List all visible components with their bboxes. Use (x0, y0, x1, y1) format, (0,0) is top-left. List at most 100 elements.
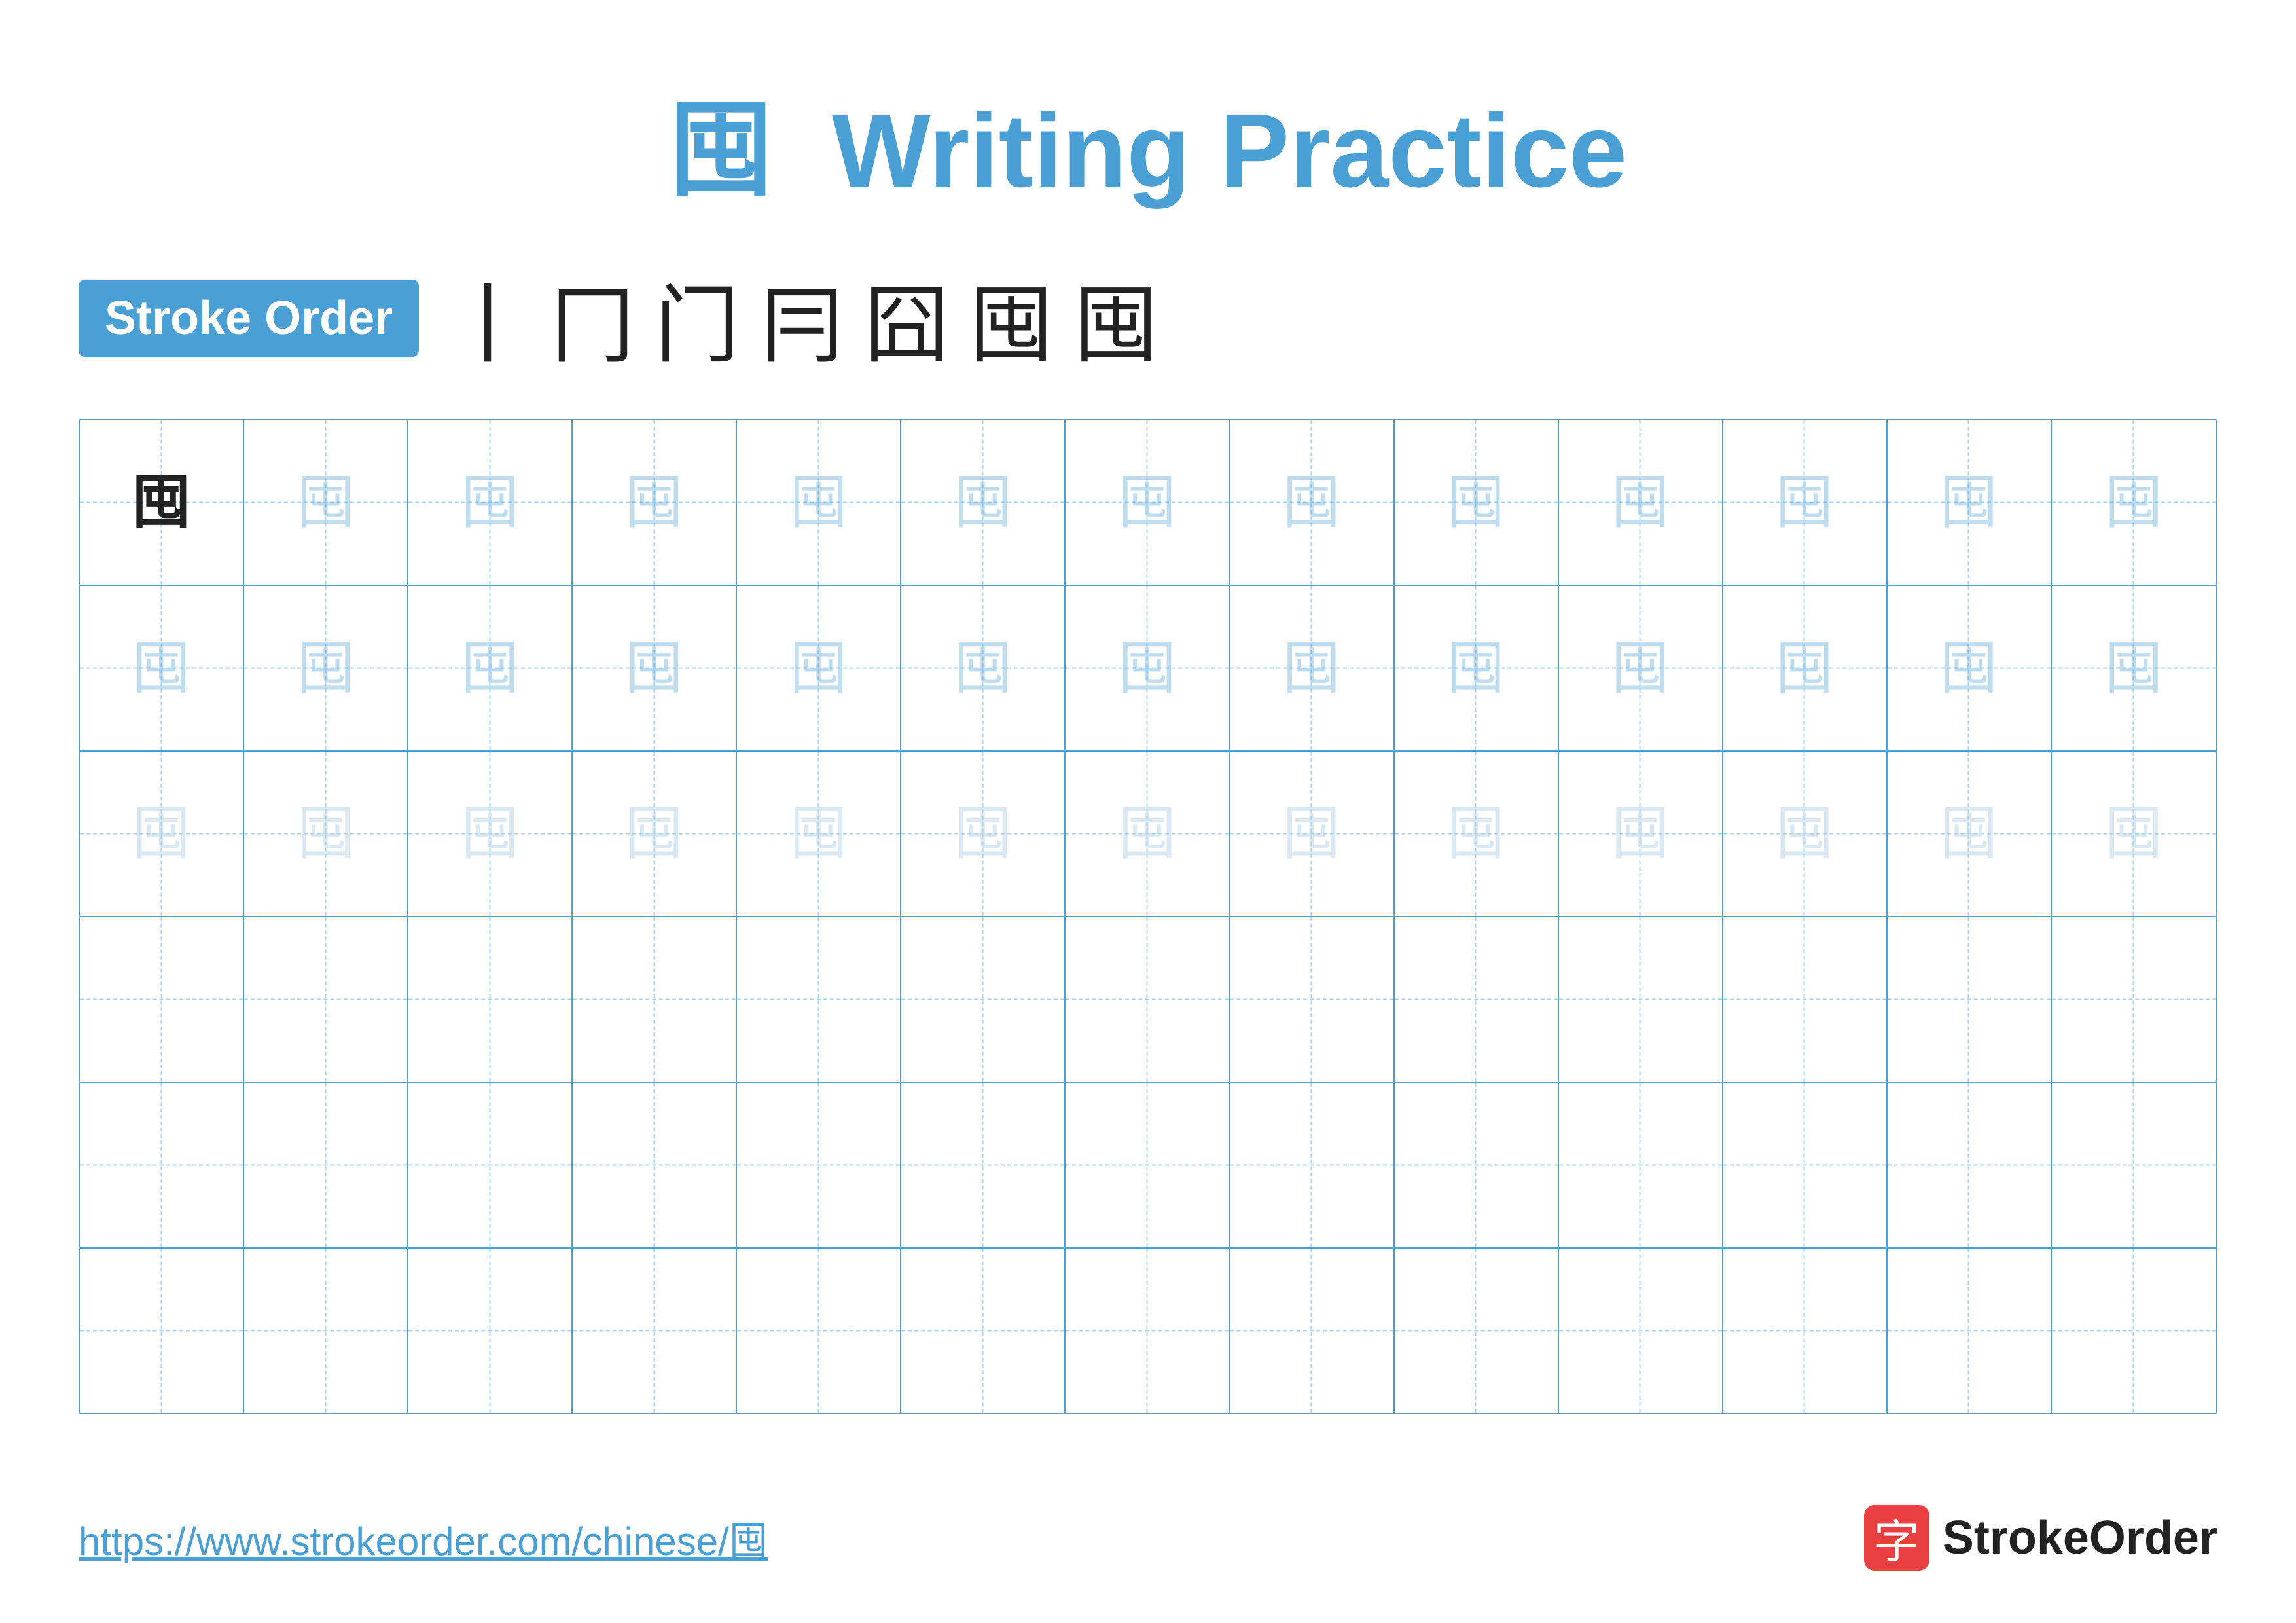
practice-char-faint: 囤 (1939, 805, 1998, 864)
grid-cell[interactable] (408, 917, 573, 1082)
practice-char-guide: 囤 (954, 473, 1013, 532)
grid-cell[interactable] (2052, 1249, 2216, 1413)
stroke-6: 囤 (969, 257, 1054, 380)
grid-cell[interactable] (573, 1249, 737, 1413)
grid-cell[interactable] (244, 1249, 408, 1413)
grid-cell[interactable]: 囤 (1395, 586, 1559, 750)
grid-cell[interactable]: 囤 (901, 420, 1066, 585)
grid-cell[interactable]: 囤 (2052, 586, 2216, 750)
grid-cell[interactable]: 囤 (1066, 420, 1230, 585)
grid-cell[interactable] (1395, 1083, 1559, 1247)
grid-cell[interactable] (1723, 917, 1888, 1082)
grid-cell[interactable]: 囤 (1395, 752, 1559, 916)
grid-cell[interactable] (1888, 917, 2052, 1082)
grid-cell[interactable]: 囤 (244, 752, 408, 916)
grid-cell[interactable]: 囤 (1559, 586, 1723, 750)
practice-char-guide: 囤 (789, 639, 848, 698)
grid-cell[interactable]: 囤 (1066, 586, 1230, 750)
grid-cell[interactable]: 囤 (408, 420, 573, 585)
grid-cell[interactable] (1559, 1083, 1723, 1247)
grid-cell[interactable] (573, 917, 737, 1082)
grid-cell[interactable]: 囤 (901, 752, 1066, 916)
grid-cell[interactable]: 囤 (2052, 752, 2216, 916)
grid-cell[interactable] (408, 1083, 573, 1247)
grid-row-6 (80, 1249, 2216, 1413)
grid-cell[interactable]: 囤 (737, 586, 901, 750)
title-label: Writing Practice (832, 92, 1627, 209)
grid-cell[interactable]: 囤 (573, 586, 737, 750)
title-area: 囤 Writing Practice (79, 65, 2217, 217)
grid-cell[interactable] (737, 1249, 901, 1413)
grid-cell[interactable] (573, 1083, 737, 1247)
grid-cell[interactable] (737, 917, 901, 1082)
footer-brand: 字 StrokeOrder (1864, 1505, 2217, 1571)
grid-cell[interactable]: 囤 (1230, 420, 1394, 585)
practice-char-faint: 囤 (1118, 805, 1177, 864)
grid-cell[interactable]: 囤 (1888, 420, 2052, 585)
footer-url[interactable]: https://www.strokeorder.com/chinese/囤 (79, 1510, 768, 1567)
stroke-order-badge: Stroke Order (79, 280, 419, 357)
grid-cell[interactable] (1888, 1083, 2052, 1247)
grid-cell[interactable]: 囤 (1230, 586, 1394, 750)
practice-char-guide: 囤 (132, 639, 191, 698)
grid-cell[interactable]: 囤 (2052, 420, 2216, 585)
footer: https://www.strokeorder.com/chinese/囤 字 … (79, 1505, 2217, 1571)
grid-cell[interactable] (1230, 1249, 1394, 1413)
grid-cell[interactable]: 囤 (1230, 752, 1394, 916)
grid-cell[interactable] (1888, 1249, 2052, 1413)
grid-cell[interactable]: 囤 (1888, 752, 2052, 916)
grid-row-3: 囤 囤 囤 囤 囤 囤 囤 囤 囤 (80, 752, 2216, 917)
grid-cell[interactable]: 囤 (1888, 586, 2052, 750)
grid-cell[interactable] (2052, 917, 2216, 1082)
grid-cell[interactable]: 囤 (80, 420, 244, 585)
stroke-order-section: Stroke Order 丨 冂 门 冃 囧 囤 囤 (79, 257, 2217, 380)
grid-cell[interactable] (901, 1249, 1066, 1413)
grid-cell[interactable] (244, 917, 408, 1082)
grid-cell[interactable]: 囤 (737, 752, 901, 916)
grid-cell[interactable] (1395, 917, 1559, 1082)
grid-cell[interactable]: 囤 (901, 586, 1066, 750)
grid-cell[interactable] (1723, 1249, 1888, 1413)
grid-cell[interactable]: 囤 (573, 420, 737, 585)
practice-char-guide: 囤 (789, 473, 848, 532)
grid-cell[interactable] (901, 1083, 1066, 1247)
grid-cell[interactable]: 囤 (1559, 420, 1723, 585)
grid-cell[interactable] (1066, 1249, 1230, 1413)
grid-cell[interactable]: 囤 (1723, 586, 1888, 750)
grid-cell[interactable]: 囤 (244, 586, 408, 750)
grid-cell[interactable] (1723, 1083, 1888, 1247)
grid-cell[interactable]: 囤 (80, 752, 244, 916)
grid-cell[interactable]: 囤 (1395, 420, 1559, 585)
grid-cell[interactable] (1230, 1083, 1394, 1247)
grid-cell[interactable]: 囤 (1723, 420, 1888, 585)
grid-cell[interactable] (80, 917, 244, 1082)
grid-cell[interactable] (80, 1083, 244, 1247)
grid-cell[interactable]: 囤 (1559, 752, 1723, 916)
grid-cell[interactable] (80, 1249, 244, 1413)
grid-cell[interactable] (1066, 917, 1230, 1082)
grid-cell[interactable]: 囤 (408, 752, 573, 916)
grid-cell[interactable]: 囤 (408, 586, 573, 750)
grid-cell[interactable]: 囤 (737, 420, 901, 585)
practice-char-faint: 囤 (461, 805, 520, 864)
grid-cell[interactable]: 囤 (573, 752, 737, 916)
grid-cell[interactable]: 囤 (1723, 752, 1888, 916)
grid-cell[interactable] (2052, 1083, 2216, 1247)
grid-cell[interactable] (408, 1249, 573, 1413)
practice-char-faint: 囤 (789, 805, 848, 864)
practice-char-guide: 囤 (1775, 473, 1834, 532)
stroke-5: 囧 (864, 257, 949, 380)
grid-cell[interactable]: 囤 (244, 420, 408, 585)
grid-cell[interactable] (1395, 1249, 1559, 1413)
grid-cell[interactable] (1559, 917, 1723, 1082)
grid-cell[interactable] (901, 917, 1066, 1082)
grid-cell[interactable] (1230, 917, 1394, 1082)
grid-cell[interactable] (244, 1083, 408, 1247)
grid-cell[interactable]: 囤 (80, 586, 244, 750)
grid-cell[interactable] (1559, 1249, 1723, 1413)
grid-cell[interactable] (1066, 1083, 1230, 1247)
grid-cell[interactable] (737, 1083, 901, 1247)
practice-char-faint: 囤 (2104, 805, 2163, 864)
practice-char-faint: 囤 (296, 805, 355, 864)
grid-cell[interactable]: 囤 (1066, 752, 1230, 916)
